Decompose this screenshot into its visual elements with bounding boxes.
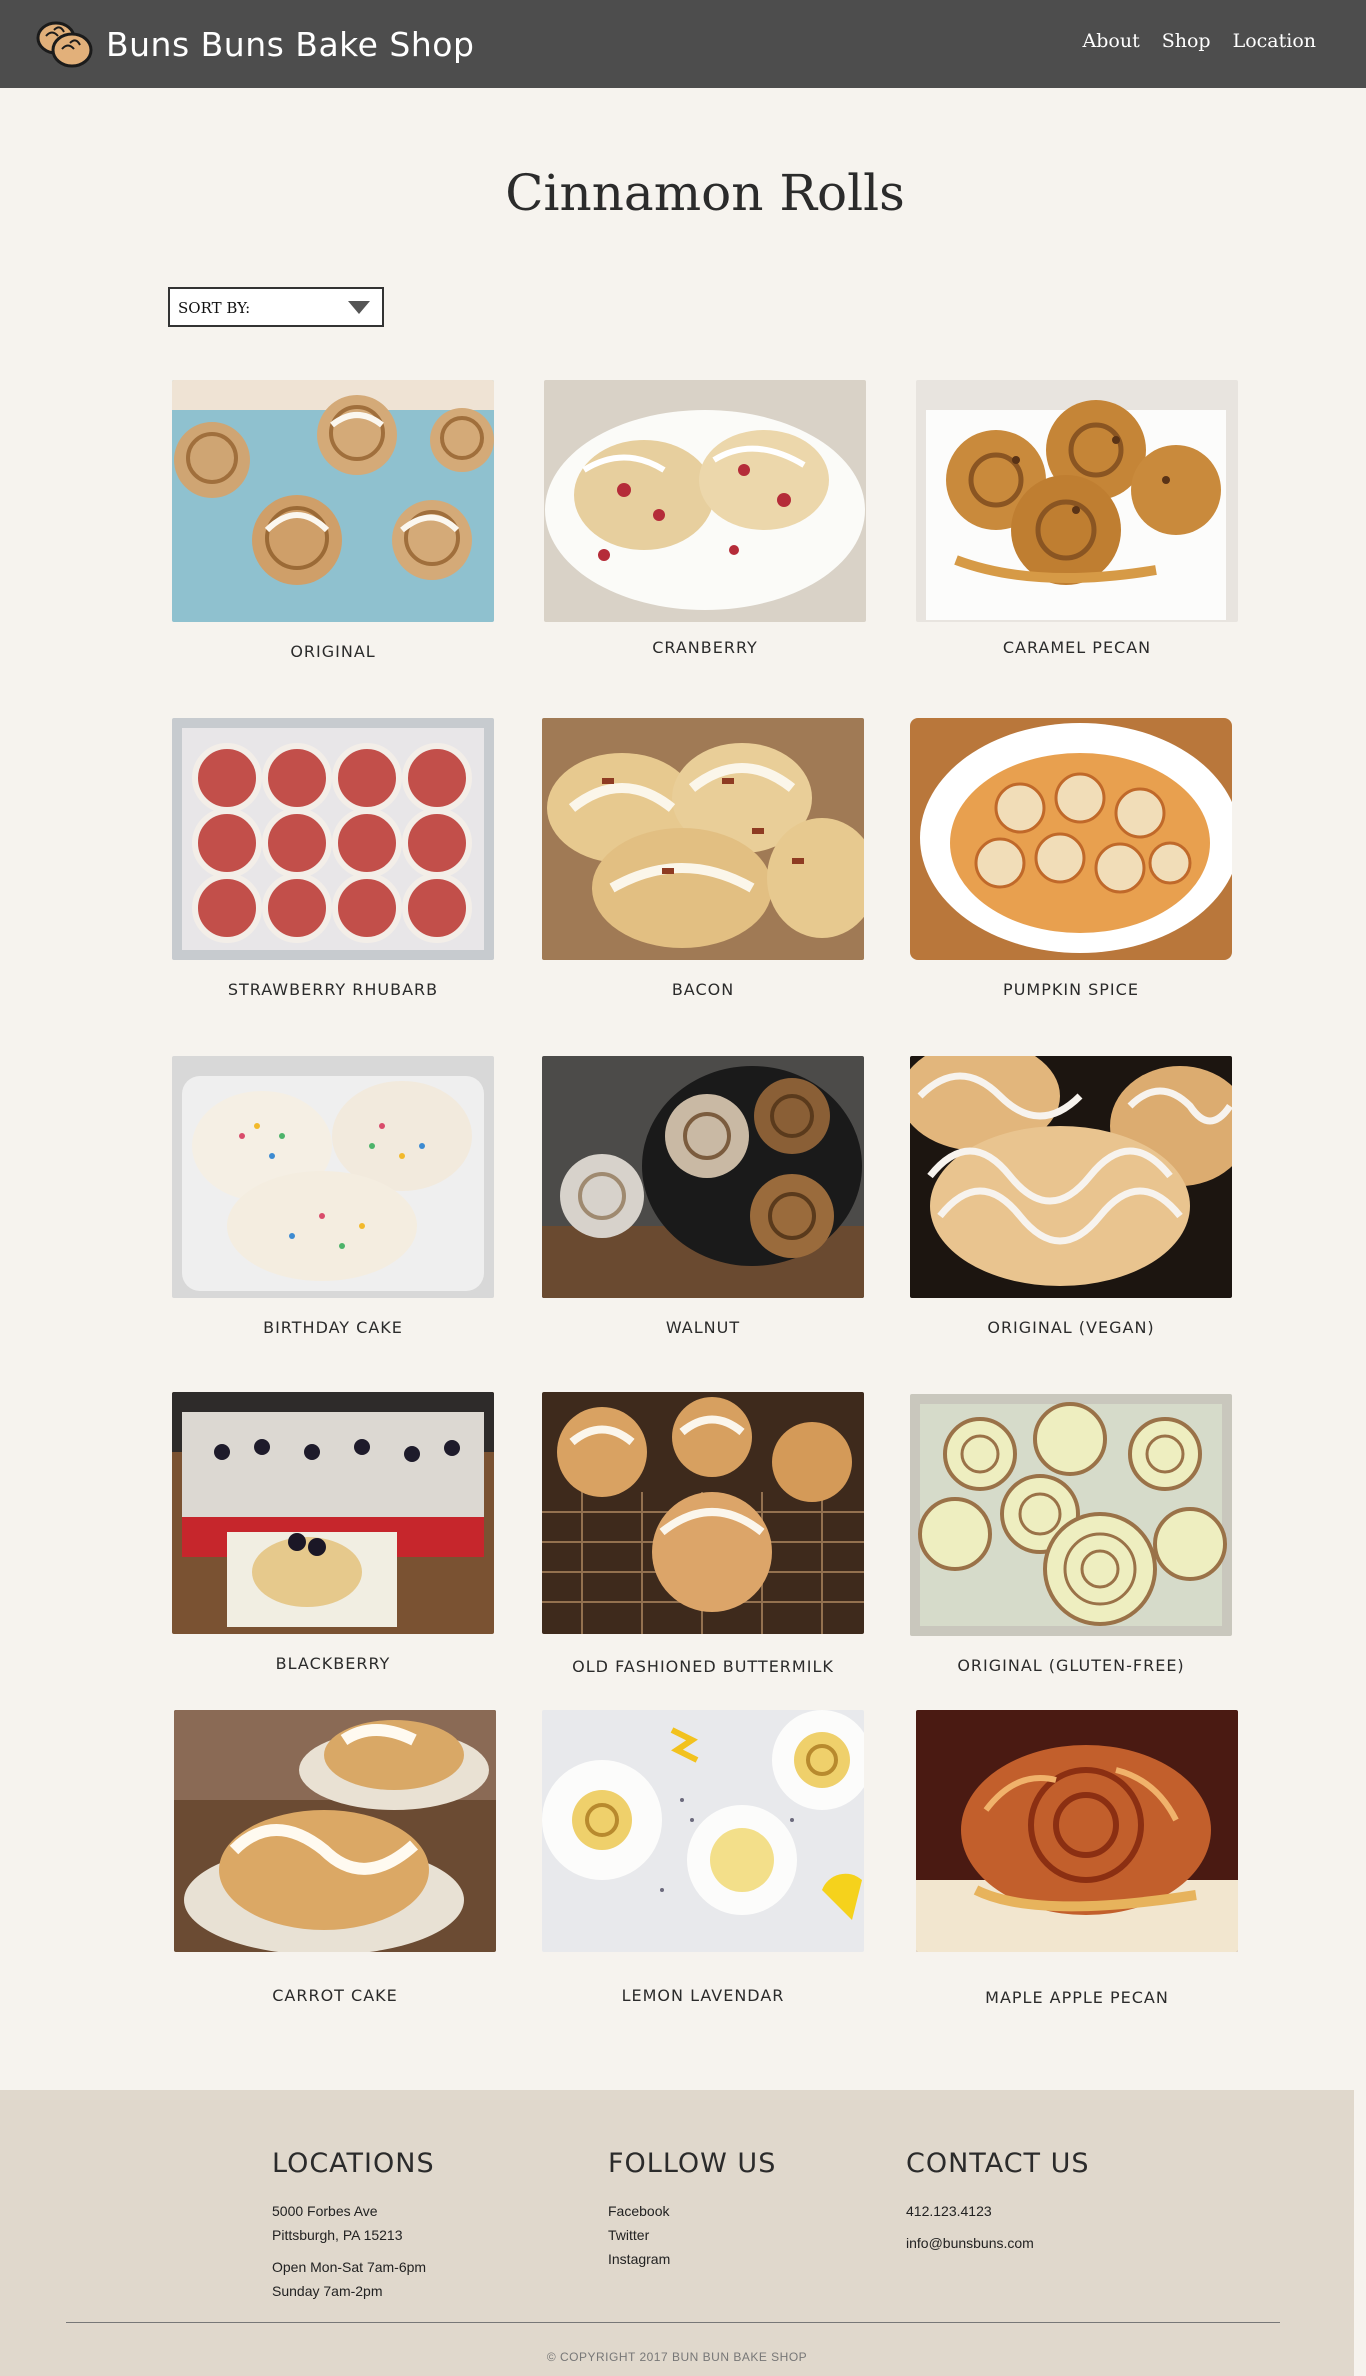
cinnamon-roll-photo-icon (542, 1056, 864, 1298)
product-photo (172, 718, 494, 960)
product-photo (542, 1392, 864, 1634)
product-name[interactable]: STRAWBERRY RHUBARB (172, 980, 494, 999)
top-nav: Buns Buns Bake Shop About Shop Location (0, 0, 1366, 88)
footer-contact: CONTACT US 412.123.4123 info@bunsbuns.co… (906, 2148, 1090, 2255)
cinnamon-roll-photo-icon (910, 718, 1232, 960)
sort-dropdown[interactable]: SORT BY: (168, 287, 384, 327)
nav-link-shop[interactable]: Shop (1162, 30, 1211, 52)
cinnamon-roll-photo-icon (542, 1392, 864, 1634)
product-name[interactable]: MAPLE APPLE PECAN (916, 1988, 1238, 2007)
cinnamon-roll-photo-icon (172, 380, 494, 622)
copyright: © COPYRIGHT 2017 BUN BUN BAKE SHOP (546, 2350, 808, 2364)
brand[interactable]: Buns Buns Bake Shop (34, 16, 474, 72)
email-link[interactable]: info@bunsbuns.com (906, 2231, 1090, 2255)
product-name[interactable]: CARROT CAKE (174, 1986, 496, 2005)
footer-follow: FOLLOW US Facebook Twitter Instagram (608, 2148, 776, 2271)
nav-link-about[interactable]: About (1083, 30, 1140, 52)
cinnamon-roll-photo-icon (916, 1710, 1238, 1952)
brand-name[interactable]: Buns Buns Bake Shop (106, 25, 474, 64)
footer-locations: LOCATIONS 5000 Forbes Ave Pittsburgh, PA… (272, 2148, 435, 2303)
product-name[interactable]: ORIGINAL (172, 642, 494, 661)
phone-number: 412.123.4123 (906, 2203, 992, 2219)
sort-label: SORT BY: (178, 299, 251, 317)
product-photo (174, 1710, 496, 1952)
cinnamon-roll-photo-icon (910, 1056, 1232, 1298)
cinnamon-roll-photo-icon (910, 1394, 1232, 1636)
product-name[interactable]: BIRTHDAY CAKE (172, 1318, 494, 1337)
cinnamon-roll-photo-icon (916, 380, 1238, 622)
nav-link-location[interactable]: Location (1233, 30, 1316, 52)
product-name[interactable]: OLD FASHIONED BUTTERMILK (542, 1657, 864, 1676)
product-name[interactable]: BLACKBERRY (172, 1654, 494, 1673)
follow-heading: FOLLOW US (608, 2148, 777, 2179)
product-photo (542, 1710, 864, 1952)
cinnamon-roll-photo-icon (174, 1710, 496, 1952)
product-name[interactable]: ORIGINAL (VEGAN) (910, 1318, 1232, 1337)
page-title: Cinnamon Rolls (505, 164, 905, 222)
nav-links: About Shop Location (1083, 30, 1316, 52)
product-photo (172, 1056, 494, 1298)
product-photo (172, 380, 494, 622)
product-photo (172, 1392, 494, 1634)
cinnamon-roll-photo-icon (544, 380, 866, 622)
product-name[interactable]: BACON (542, 980, 864, 999)
footer: LOCATIONS 5000 Forbes Ave Pittsburgh, PA… (0, 2090, 1354, 2376)
product-name[interactable]: CARAMEL PECAN (916, 638, 1238, 657)
product-name[interactable]: PUMPKIN SPICE (910, 980, 1232, 999)
cinnamon-roll-photo-icon (172, 1392, 494, 1634)
footer-divider (66, 2322, 1280, 2323)
hours-line1: Open Mon-Sat 7am-6pm (272, 2259, 427, 2275)
instagram-link[interactable]: Instagram (608, 2247, 776, 2271)
product-photo (544, 380, 866, 622)
address-line1: 5000 Forbes Ave (272, 2203, 378, 2219)
product-photo (916, 380, 1238, 622)
product-photo (910, 1394, 1232, 1636)
hours-line2: Sunday 7am-2pm (272, 2283, 383, 2299)
product-photo (910, 1056, 1232, 1298)
product-name[interactable]: CRANBERRY (544, 638, 866, 657)
cinnamon-roll-photo-icon (542, 1710, 864, 1952)
product-photo (910, 718, 1232, 960)
contact-heading: CONTACT US (906, 2148, 1090, 2179)
cinnamon-roll-photo-icon (172, 1056, 494, 1298)
address-line2: Pittsburgh, PA 15213 (272, 2227, 403, 2243)
locations-heading: LOCATIONS (272, 2148, 435, 2179)
product-name[interactable]: ORIGINAL (GLUTEN-FREE) (910, 1656, 1232, 1675)
product-name[interactable]: LEMON LAVENDAR (542, 1986, 864, 2005)
product-name[interactable]: WALNUT (542, 1318, 864, 1337)
product-photo (542, 1056, 864, 1298)
product-photo (542, 718, 864, 960)
facebook-link[interactable]: Facebook (608, 2199, 776, 2223)
cinnamon-roll-photo-icon (172, 718, 494, 960)
product-photo (916, 1710, 1238, 1952)
buns-logo-icon (36, 21, 93, 68)
cinnamon-roll-photo-icon (542, 718, 864, 960)
twitter-link[interactable]: Twitter (608, 2223, 776, 2247)
dropdown-arrow-icon (348, 301, 370, 314)
